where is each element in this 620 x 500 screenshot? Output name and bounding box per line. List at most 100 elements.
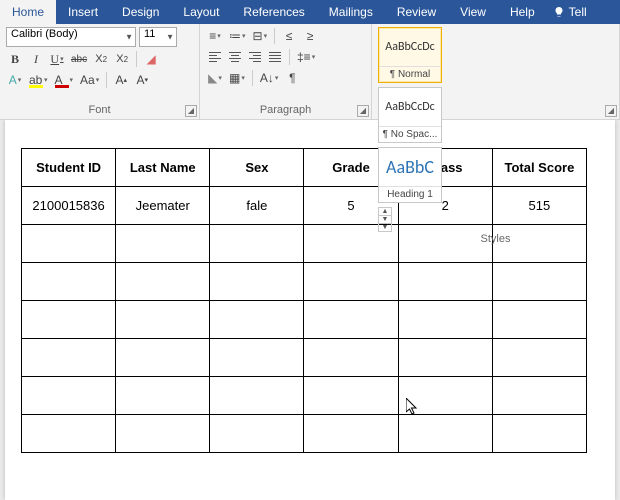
highlight-button[interactable]: ab — [27, 71, 50, 89]
ribbon-tabs: Home Insert Design Layout References Mai… — [0, 0, 620, 24]
cell[interactable] — [210, 415, 304, 453]
bold-button[interactable]: B — [6, 50, 24, 68]
cell[interactable] — [304, 415, 398, 453]
paragraph-dialog-launcher[interactable]: ◢ — [357, 105, 369, 117]
cell[interactable] — [398, 263, 492, 301]
tab-layout[interactable]: Layout — [171, 0, 231, 24]
cell[interactable] — [492, 377, 586, 415]
cell[interactable] — [210, 339, 304, 377]
strikethrough-button[interactable]: abc — [69, 50, 89, 68]
cell[interactable] — [304, 263, 398, 301]
cell[interactable] — [22, 339, 116, 377]
font-dialog-launcher[interactable]: ◢ — [185, 105, 197, 117]
table-row[interactable] — [22, 339, 587, 377]
cell[interactable] — [210, 263, 304, 301]
cell[interactable] — [492, 339, 586, 377]
cell[interactable] — [210, 377, 304, 415]
style-no-spacing[interactable]: AaBbCcDc ¶ No Spac... — [378, 87, 442, 143]
table-row[interactable] — [22, 301, 587, 339]
style-name-label: ¶ No Spac... — [379, 126, 441, 142]
superscript-button[interactable]: X2 — [113, 50, 131, 68]
cell[interactable] — [22, 301, 116, 339]
tab-review[interactable]: Review — [385, 0, 448, 24]
cell[interactable] — [398, 415, 492, 453]
col-sex[interactable]: Sex — [210, 149, 304, 187]
cell[interactable] — [304, 377, 398, 415]
bullets-button[interactable]: ≡ — [206, 27, 224, 45]
font-size-combo[interactable]: 11 ▼ — [139, 27, 177, 47]
cell[interactable] — [116, 301, 210, 339]
cell[interactable] — [492, 301, 586, 339]
col-last-name[interactable]: Last Name — [116, 149, 210, 187]
cell[interactable] — [116, 339, 210, 377]
tab-references[interactable]: References — [231, 0, 316, 24]
separator — [289, 49, 290, 65]
style-normal[interactable]: AaBbCcDc ¶ Normal — [378, 27, 442, 83]
align-center-button[interactable] — [226, 49, 244, 65]
col-student-id[interactable]: Student ID — [22, 149, 116, 187]
cell[interactable] — [22, 415, 116, 453]
show-marks-button[interactable]: ¶ — [283, 69, 301, 87]
style-preview: AaBbCcDc — [379, 88, 441, 126]
cell[interactable] — [116, 377, 210, 415]
font-name-combo[interactable]: Calibri (Body) ▼ — [6, 27, 136, 47]
grow-font-button[interactable]: A▴ — [112, 71, 130, 89]
cell[interactable] — [210, 301, 304, 339]
table-row[interactable] — [22, 263, 587, 301]
table-row[interactable] — [22, 415, 587, 453]
text-effects-button[interactable]: A — [6, 71, 24, 89]
align-right-button[interactable] — [246, 49, 264, 65]
cell[interactable]: 2100015836 — [22, 187, 116, 225]
cell[interactable] — [492, 263, 586, 301]
cell[interactable] — [22, 377, 116, 415]
cell[interactable] — [22, 225, 116, 263]
tab-mailings[interactable]: Mailings — [317, 0, 385, 24]
cell[interactable] — [304, 301, 398, 339]
styles-dialog-launcher[interactable]: ◢ — [605, 105, 617, 117]
clear-formatting-button[interactable]: ◢ — [142, 50, 160, 68]
borders-button[interactable]: ▦ — [227, 69, 247, 87]
multilevel-button[interactable]: ⊟ — [251, 27, 270, 45]
tab-insert[interactable]: Insert — [56, 0, 110, 24]
group-styles-label: Styles — [378, 232, 613, 246]
decrease-indent-button[interactable]: ≤ — [280, 27, 298, 45]
underline-button[interactable]: U — [48, 50, 66, 68]
table-row[interactable] — [22, 377, 587, 415]
styles-expand-button[interactable]: ▼ — [379, 224, 391, 231]
cell[interactable]: Jeemater — [116, 187, 210, 225]
subscript-button[interactable]: X2 — [92, 50, 110, 68]
cell[interactable] — [116, 415, 210, 453]
cell[interactable] — [210, 225, 304, 263]
cell[interactable] — [492, 415, 586, 453]
numbering-button[interactable]: ≔ — [227, 27, 248, 45]
tab-help[interactable]: Help — [498, 0, 547, 24]
cell[interactable] — [304, 339, 398, 377]
cell[interactable] — [398, 377, 492, 415]
change-case-button[interactable]: Aa — [78, 71, 101, 89]
cell[interactable] — [398, 301, 492, 339]
styles-down-button[interactable]: ▼ — [379, 216, 391, 224]
tab-design[interactable]: Design — [110, 0, 171, 24]
cell[interactable] — [116, 225, 210, 263]
line-spacing-button[interactable]: ‡≡ — [295, 48, 317, 66]
cell[interactable] — [116, 263, 210, 301]
shrink-font-button[interactable]: A▾ — [133, 71, 151, 89]
justify-button[interactable] — [266, 49, 284, 65]
tab-view[interactable]: View — [448, 0, 498, 24]
cell[interactable]: fale — [210, 187, 304, 225]
increase-indent-button[interactable]: ≥ — [301, 27, 319, 45]
tab-home[interactable]: Home — [0, 0, 56, 24]
group-font: Calibri (Body) ▼ 11 ▼ B I U abc X2 X2 ◢ … — [0, 24, 200, 119]
cell[interactable] — [22, 263, 116, 301]
align-left-button[interactable] — [206, 49, 224, 65]
styles-up-button[interactable]: ▲ — [379, 208, 391, 216]
font-color-button[interactable]: A — [53, 71, 76, 89]
sort-button[interactable]: A↓ — [258, 69, 281, 87]
italic-button[interactable]: I — [27, 50, 45, 68]
font-name-value: Calibri (Body) — [11, 28, 78, 40]
style-heading1[interactable]: AaBbC Heading 1 — [378, 147, 442, 203]
cell[interactable] — [398, 339, 492, 377]
tell-me-label: Tell — [569, 5, 587, 19]
shading-button[interactable]: ◣ — [206, 69, 224, 87]
tell-me[interactable]: Tell — [547, 0, 593, 24]
